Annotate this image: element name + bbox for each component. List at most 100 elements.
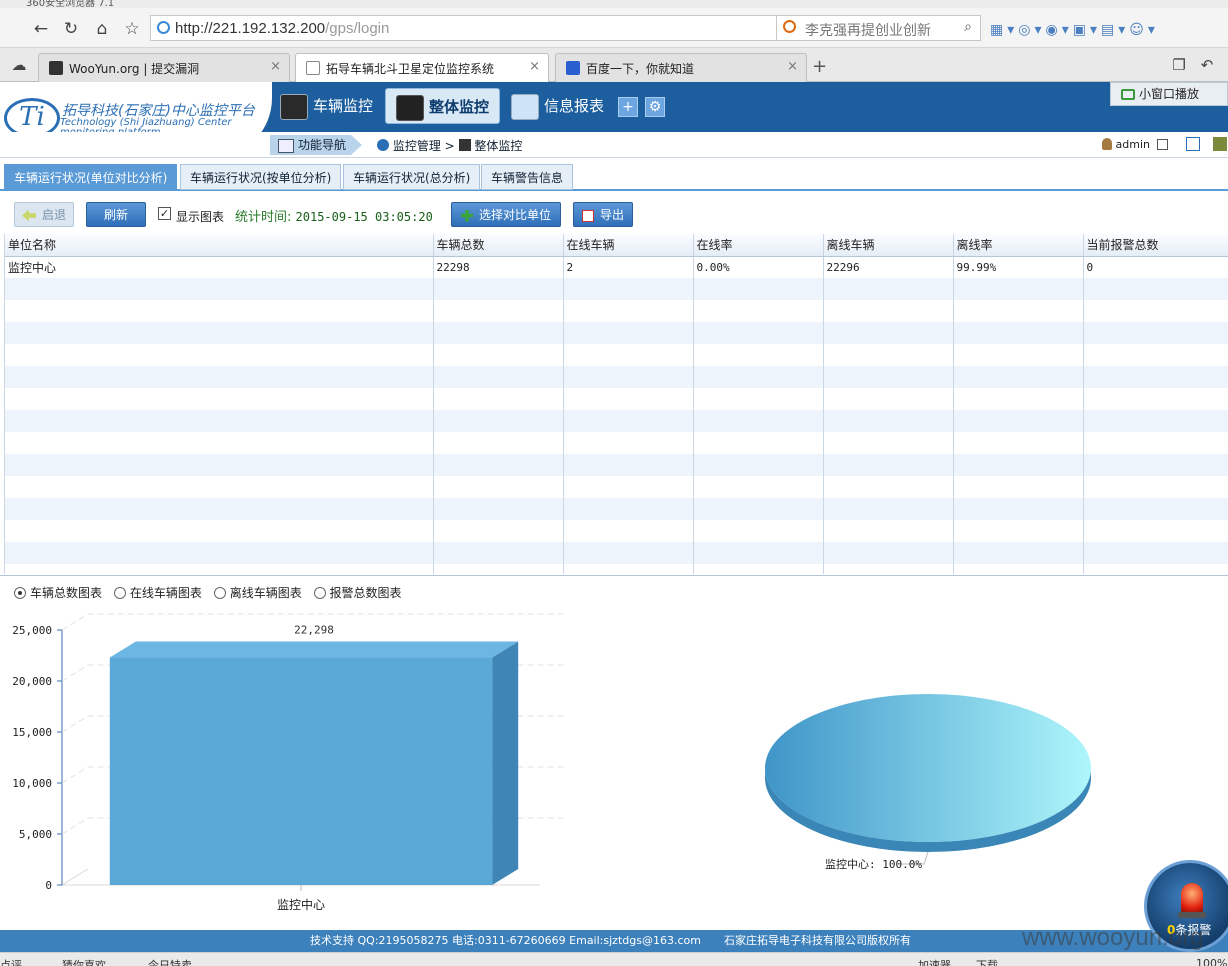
radio-checked-icon (14, 587, 26, 599)
nav-info-report[interactable]: 信息报表 (511, 88, 604, 124)
table-cell (953, 278, 1084, 300)
browser-tab-baidu[interactable]: 百度一下，你就知道 × (555, 53, 807, 82)
window-icon[interactable] (1157, 139, 1169, 150)
column-header[interactable]: 在线车辆 (563, 234, 694, 257)
bar-side (492, 641, 519, 885)
user-area[interactable]: admin (1102, 137, 1228, 151)
table-cell (433, 520, 564, 542)
exit-icon[interactable] (1213, 137, 1228, 151)
table-cell (563, 498, 694, 520)
settings-icon[interactable]: ⚙ (645, 97, 665, 117)
radio-online-chart[interactable]: 在线车辆图表 (113, 584, 202, 601)
back-button[interactable]: 启退 (14, 202, 74, 227)
browser-tab-gps[interactable]: 拓导车辆北斗卫星定位监控系统 × (295, 53, 549, 83)
new-tab-button[interactable]: + (812, 56, 827, 77)
table-cell (693, 520, 824, 542)
table-cell (433, 542, 564, 564)
breadcrumb-item-manage[interactable]: 监控管理 (393, 139, 441, 153)
address-bar[interactable]: http://221.192.132.200/gps/login (150, 15, 780, 41)
close-tab-icon[interactable]: × (787, 59, 798, 74)
pie-chart: 监控中心: 100.0% (765, 694, 1091, 870)
table-cell (1083, 322, 1228, 344)
undo-icon[interactable]: ↶ (1196, 54, 1218, 76)
table-row (5, 278, 1228, 300)
table-row (5, 564, 1228, 574)
browser-tab-strip: ☁ WooYun.org | 提交漏洞 × 拓导车辆北斗卫星定位监控系统 × 百… (0, 48, 1228, 83)
table-cell (823, 322, 954, 344)
table-cell (693, 388, 824, 410)
add-icon[interactable]: + (618, 97, 638, 117)
table-cell (953, 388, 1084, 410)
table-cell (693, 432, 824, 454)
search-box[interactable]: 李克强再提创业创新 ⌕ (776, 15, 981, 41)
column-header[interactable]: 离线率 (953, 234, 1084, 257)
column-header[interactable]: 在线率 (693, 234, 824, 257)
url-text[interactable]: http://221.192.132.200/gps/login (175, 20, 389, 37)
table-cell (823, 278, 954, 300)
table-cell (1083, 432, 1228, 454)
reload-icon[interactable]: ↻ (60, 18, 82, 40)
tab-unit-compare[interactable]: 车辆运行状况(单位对比分析) (4, 164, 178, 190)
refresh-button[interactable]: 刷新 (86, 202, 146, 227)
column-header[interactable]: 离线车辆 (823, 234, 954, 257)
close-tab-icon[interactable]: × (270, 59, 281, 74)
nav-vehicle-monitor[interactable]: 车辆监控 (280, 88, 373, 124)
username: admin (1115, 138, 1150, 151)
table-cell (1083, 410, 1228, 432)
table-cell (823, 300, 954, 322)
table-cell (953, 542, 1084, 564)
table-cell (1083, 344, 1228, 366)
restore-icon[interactable]: ❐ (1168, 54, 1190, 76)
support-info: 技术支持 QQ:2195058275 电话:0311-67260669 Emai… (310, 934, 701, 947)
search-input[interactable]: 李克强再提创业创新 (805, 20, 931, 40)
table-cell (823, 542, 954, 564)
radio-icon (213, 587, 226, 599)
wooyun-favicon-icon (49, 61, 63, 75)
table-cell (823, 454, 954, 476)
radio-total-chart[interactable]: 车辆总数图表 (14, 584, 102, 601)
report-icon (511, 93, 539, 120)
table-cell (433, 322, 564, 344)
export-button[interactable]: 导出 (573, 202, 633, 227)
table-row (5, 410, 1228, 432)
back-arrow-icon[interactable]: ← (30, 18, 52, 40)
browser-statusbar: 点评 猜你喜欢 今日特卖 加速器 下载 100% (0, 952, 1228, 966)
table-cell (953, 454, 1084, 476)
home-icon[interactable]: ⌂ (91, 18, 113, 40)
nav-overall-monitor[interactable]: 整体监控 (385, 88, 501, 124)
table-cell (823, 476, 954, 498)
select-compare-button[interactable]: 选择对比单位 (451, 202, 561, 227)
column-header[interactable]: 当前报警总数 (1083, 234, 1228, 257)
column-header[interactable]: 车辆总数 (433, 234, 564, 257)
table-cell (693, 410, 824, 432)
table-cell (563, 542, 694, 564)
table-row[interactable]: 监控中心 22298 2 0.00% 22296 99.99% 0 (5, 256, 1228, 278)
back-arrow-icon (21, 209, 36, 222)
browser-tab-wooyun[interactable]: WooYun.org | 提交漏洞 × (38, 53, 290, 82)
tv-icon (1121, 89, 1135, 100)
table-cell (823, 410, 954, 432)
close-tab-icon[interactable]: × (529, 59, 540, 74)
tab-by-unit[interactable]: 车辆运行状况(按单位分析) (180, 164, 342, 190)
extension-icons[interactable]: ▦▾◎▾◉▾▣▾▤▾☺▾ (990, 22, 1228, 44)
column-header[interactable]: 单位名称 (5, 234, 434, 257)
table-cell (953, 520, 1084, 542)
radio-offline-chart[interactable]: 离线车辆图表 (213, 584, 302, 601)
table-cell (1083, 498, 1228, 520)
function-nav-button[interactable]: 功能导航 (270, 135, 362, 155)
radio-alarm-chart[interactable]: 报警总数图表 (313, 584, 402, 601)
upload-icon[interactable] (1185, 137, 1200, 151)
search-icon[interactable]: ⌕ (964, 19, 972, 35)
table-cell (5, 344, 434, 366)
show-chart-checkbox[interactable]: ✓ (158, 207, 171, 220)
export-icon (581, 209, 594, 222)
tab-total[interactable]: 车辆运行状况(总分析) (343, 164, 481, 190)
cloud-icon[interactable]: ☁ (8, 54, 30, 76)
star-icon[interactable]: ☆ (121, 18, 143, 40)
alarm-light-icon (1178, 883, 1206, 918)
table-cell (823, 432, 954, 454)
small-window-button[interactable]: 小窗口播放 (1110, 82, 1228, 106)
tab-alarm-info[interactable]: 车辆警告信息 (481, 164, 574, 190)
y-tick-label: 25,000 (12, 624, 52, 637)
table-cell (433, 476, 564, 498)
